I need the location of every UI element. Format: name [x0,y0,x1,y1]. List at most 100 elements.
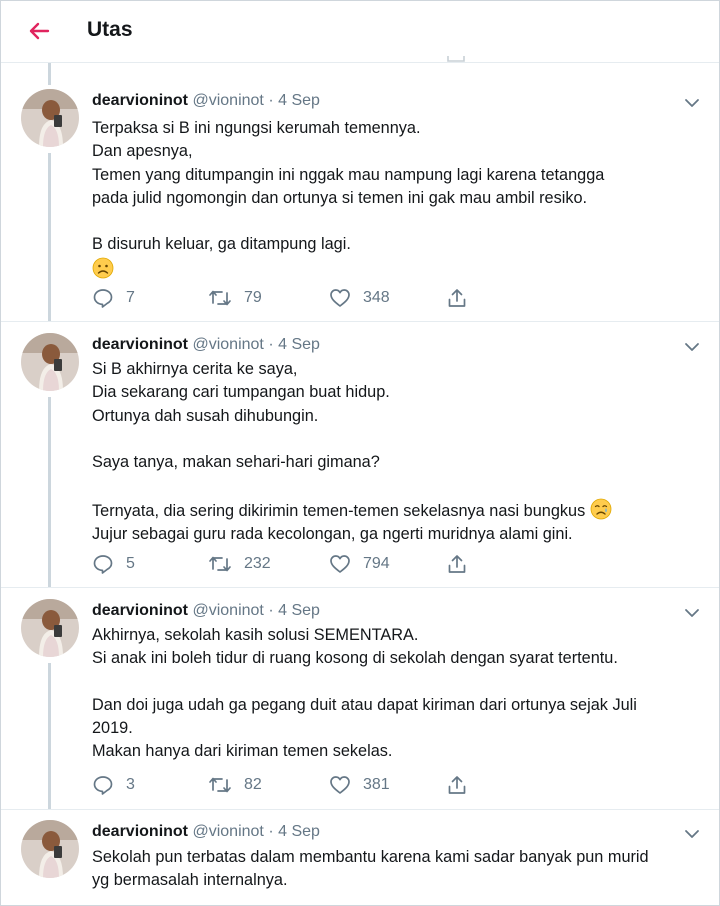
like-count: 794 [363,555,390,572]
tweet-line: 2019. [92,719,133,738]
share-button[interactable] [446,287,468,309]
tweet-divider [1,321,719,322]
chevron-down-icon[interactable] [683,827,701,841]
separator-dot: · [268,823,274,840]
thread-connector [48,63,51,85]
tweet-divider [1,587,719,588]
tweet-line: Terpaksa si B ini ngungsi kerumah temenn… [92,119,421,137]
share-icon [448,776,466,794]
tweet-date[interactable]: 4 Sep [278,823,320,840]
arrow-left-icon [29,22,50,40]
header-bar: Utas [1,1,719,63]
tweet-text: Terpaksa si B ini ngungsi kerumah temenn… [92,117,704,282]
retweet-count: 232 [244,555,271,572]
like-button[interactable]: 794 [329,553,390,575]
tweet-header: dearvioninot @vioninot · 4 Sep [92,92,320,110]
like-button[interactable]: 348 [329,287,390,309]
tweet-text: Sekolah pun terbatas dalam membantu kare… [92,846,704,893]
reply-icon [93,289,113,308]
avatar[interactable] [21,820,79,878]
tweet-text: Si B akhirnya cerita ke saya, Dia sekara… [92,358,704,546]
avatar[interactable] [21,89,79,147]
tweet-actions: 7 79 348 [92,287,492,311]
author-handle[interactable]: @vioninot [192,602,263,619]
tweet-header: dearvioninot @vioninot · 4 Sep [92,823,320,841]
retweet-button[interactable]: 232 [208,553,271,575]
author-name[interactable]: dearvioninot [92,92,188,109]
retweet-button[interactable]: 79 [208,287,262,309]
tweet-line: Ternyata, dia sering dikirimin temen-tem… [92,501,586,520]
author-handle[interactable]: @vioninot [192,823,263,840]
tweet-line: yg bermasalah internalnya. [92,871,288,890]
thread-connector [48,153,51,321]
tweet-line: Si anak ini boleh tidur di ruang kosong … [92,649,618,668]
tweet-line: Ortunya dah susah dihubungin. [92,406,319,425]
share-icon [448,289,466,307]
retweet-icon [209,777,231,793]
tweet-line: Dan apesnya, [92,142,193,161]
like-button[interactable]: 381 [329,774,390,796]
tweet-text: Akhirnya, sekolah kasih solusi SEMENTARA… [92,624,704,764]
retweet-icon [209,556,231,572]
tweet-line [92,428,704,451]
back-button[interactable] [23,15,55,47]
tweet-line: Sekolah pun terbatas dalam membantu kare… [92,848,649,866]
retweet-count: 79 [244,289,262,306]
reply-button[interactable]: 3 [92,774,135,796]
tweet-line: Jujur sebagai guru rada kecolongan, ga n… [92,525,573,544]
author-handle[interactable]: @vioninot [192,336,263,353]
share-button[interactable] [446,553,468,575]
separator-dot: · [268,602,274,619]
chevron-down-icon[interactable] [683,96,701,110]
tweet-line [92,210,704,233]
tweet-line: Saya tanya, makan sehari-hari gimana? [92,453,380,472]
author-name[interactable]: dearvioninot [92,336,188,353]
thread-window: Utas dearvioninot @vioninot · 4 Sep Terp… [0,0,720,906]
tweet-line: Temen yang ditumpangin ini nggak mau nam… [92,165,605,184]
tweet-line: pada julid ngomongin dan ortunya si teme… [92,188,588,207]
tweet-date[interactable]: 4 Sep [278,336,320,353]
tweet-header: dearvioninot @vioninot · 4 Sep [92,602,320,620]
chevron-down-icon[interactable] [683,340,701,354]
like-count: 348 [363,289,390,306]
tweet-header: dearvioninot @vioninot · 4 Sep [92,336,320,354]
share-button[interactable] [446,774,468,796]
heart-icon [330,289,350,307]
reply-count: 7 [126,289,135,306]
crying-face-icon [590,498,612,520]
retweet-icon [209,290,231,306]
avatar[interactable] [21,599,79,657]
heart-icon [330,776,350,794]
reply-count: 5 [126,555,135,572]
tweet-date[interactable]: 4 Sep [278,92,320,109]
tweet-line [92,671,704,694]
chevron-down-icon[interactable] [683,606,701,620]
tweet-line: Akhirnya, sekolah kasih solusi SEMENTARA… [92,626,419,644]
thread-connector [48,663,51,809]
reply-count: 3 [126,776,135,793]
retweet-button[interactable]: 82 [208,774,262,796]
author-name[interactable]: dearvioninot [92,602,188,619]
tweet-line: B disuruh keluar, ga ditampung lagi. [92,235,351,254]
share-icon [448,555,466,573]
tweet-actions: 5 232 794 [92,553,492,577]
frowning-face-icon [92,257,114,279]
reply-icon [93,776,113,795]
avatar[interactable] [21,333,79,391]
author-name[interactable]: dearvioninot [92,823,188,840]
tweet-line [92,474,704,497]
tweet-divider [1,809,719,810]
tweet-line: Dia sekarang cari tumpangan buat hidup. [92,383,390,402]
heart-icon [330,555,350,573]
reply-button[interactable]: 7 [92,287,135,309]
tweet-line: Si B akhirnya cerita ke saya, [92,360,298,378]
tweet-line: Dan doi juga udah ga pegang duit atau da… [92,695,637,714]
reply-button[interactable]: 5 [92,553,135,575]
tweet-date[interactable]: 4 Sep [278,602,320,619]
tweet-line: Makan hanya dari kiriman temen sekelas. [92,742,393,761]
reply-icon [93,555,113,574]
author-handle[interactable]: @vioninot [192,92,263,109]
like-count: 381 [363,776,390,793]
retweet-count: 82 [244,776,262,793]
separator-dot: · [268,336,274,353]
